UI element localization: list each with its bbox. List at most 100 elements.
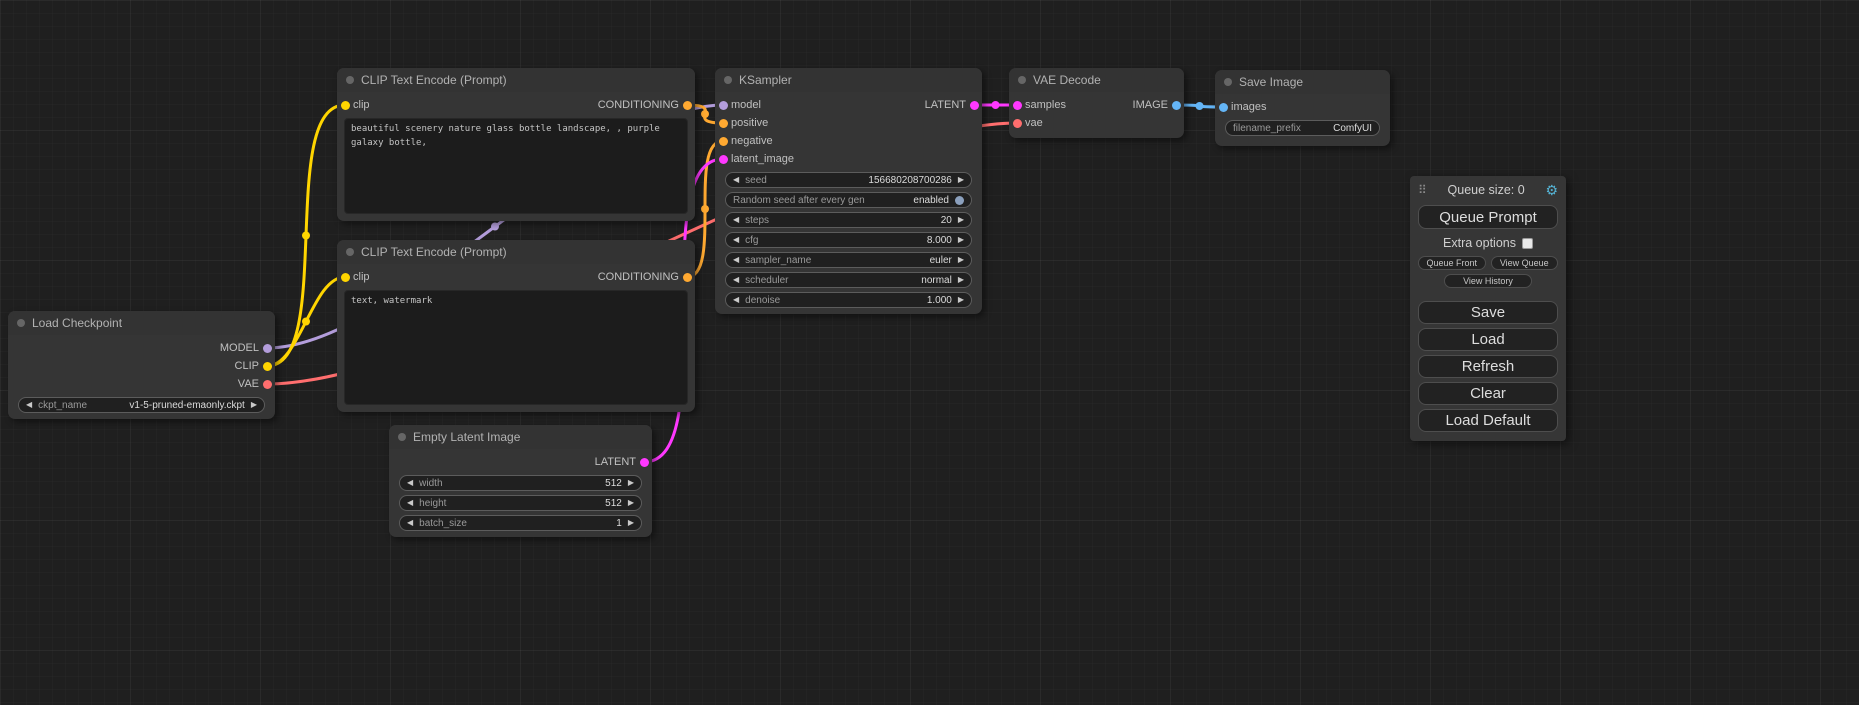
widget-value: 20 — [941, 215, 952, 226]
clear-button[interactable]: Clear — [1418, 382, 1558, 405]
widget-random-seed-toggle[interactable]: Random seed after every gen enabled — [725, 192, 972, 208]
widget-cfg[interactable]: ◀ cfg 8.000 ▶ — [725, 232, 972, 248]
widget-width[interactable]: ◀ width 512 ▶ — [399, 475, 642, 491]
toggle-dot[interactable] — [955, 196, 964, 205]
load-default-button[interactable]: Load Default — [1418, 409, 1558, 432]
node-titlebar[interactable]: CLIP Text Encode (Prompt) — [337, 68, 695, 92]
widget-height[interactable]: ◀ height 512 ▶ — [399, 495, 642, 511]
node-titlebar[interactable]: CLIP Text Encode (Prompt) — [337, 240, 695, 264]
negative-prompt-textarea[interactable]: text, watermark — [344, 290, 688, 405]
node-empty-latent-image[interactable]: Empty Latent Image LATENT ◀ width 512 ▶ … — [389, 425, 652, 537]
port-samples-input[interactable] — [1013, 101, 1022, 110]
slot-row: VAE — [8, 375, 275, 393]
widget-filename-prefix[interactable]: filename_prefix ComfyUI — [1225, 120, 1380, 136]
decrement-arrow-icon[interactable]: ◀ — [26, 401, 32, 409]
queue-size-label: Queue size: 0 — [1427, 183, 1546, 197]
increment-arrow-icon[interactable]: ▶ — [628, 519, 634, 527]
port-images-input[interactable] — [1219, 103, 1228, 112]
increment-arrow-icon[interactable]: ▶ — [958, 236, 964, 244]
widget-denoise[interactable]: ◀ denoise 1.000 ▶ — [725, 292, 972, 308]
collapse-dot[interactable] — [17, 319, 25, 327]
output-label-conditioning: CONDITIONING — [598, 99, 679, 111]
refresh-button[interactable]: Refresh — [1418, 355, 1558, 378]
increment-arrow-icon[interactable]: ▶ — [251, 401, 257, 409]
increment-arrow-icon[interactable]: ▶ — [958, 296, 964, 304]
decrement-arrow-icon[interactable]: ◀ — [733, 256, 739, 264]
collapse-dot[interactable] — [724, 76, 732, 84]
decrement-arrow-icon[interactable]: ◀ — [407, 519, 413, 527]
graph-canvas[interactable]: { "colors": { "MODEL": "#B39DDB", "CLIP"… — [0, 0, 1859, 705]
node-titlebar[interactable]: Save Image — [1215, 70, 1390, 94]
decrement-arrow-icon[interactable]: ◀ — [407, 499, 413, 507]
widget-value: ComfyUI — [1333, 123, 1372, 134]
increment-arrow-icon[interactable]: ▶ — [628, 499, 634, 507]
settings-gear-icon[interactable]: ⚙ — [1545, 182, 1558, 199]
port-latent-image-input[interactable] — [719, 155, 728, 164]
view-history-button[interactable]: View History — [1444, 274, 1532, 288]
drag-handle-icon[interactable]: ⠿ — [1418, 183, 1427, 197]
collapse-dot[interactable] — [1224, 78, 1232, 86]
collapse-dot[interactable] — [346, 76, 354, 84]
widget-label: sampler_name — [745, 255, 811, 266]
port-model-input[interactable] — [719, 101, 728, 110]
positive-prompt-textarea[interactable]: beautiful scenery nature glass bottle la… — [344, 118, 688, 214]
decrement-arrow-icon[interactable]: ◀ — [733, 276, 739, 284]
port-clip-input[interactable] — [341, 273, 350, 282]
node-clip-text-encode-positive[interactable]: CLIP Text Encode (Prompt) clip CONDITION… — [337, 68, 695, 221]
widget-label: seed — [745, 175, 767, 186]
output-label-vae: VAE — [238, 378, 259, 390]
queue-front-button[interactable]: Queue Front — [1418, 256, 1486, 270]
port-negative-input[interactable] — [719, 137, 728, 146]
widget-value: 156680208700286 — [868, 175, 951, 186]
increment-arrow-icon[interactable]: ▶ — [958, 256, 964, 264]
node-ksampler[interactable]: KSampler model LATENT positive negative … — [715, 68, 982, 314]
slot-row: LATENT — [389, 453, 652, 471]
increment-arrow-icon[interactable]: ▶ — [958, 216, 964, 224]
increment-arrow-icon[interactable]: ▶ — [958, 176, 964, 184]
port-latent-output[interactable] — [970, 101, 979, 110]
node-vae-decode[interactable]: VAE Decode samples IMAGE vae — [1009, 68, 1184, 138]
wire-negative-cond-mid-dot — [701, 205, 709, 213]
widget-value: enabled — [913, 195, 949, 206]
decrement-arrow-icon[interactable]: ◀ — [407, 479, 413, 487]
widget-steps[interactable]: ◀ steps 20 ▶ — [725, 212, 972, 228]
extra-options-checkbox[interactable] — [1522, 238, 1533, 249]
widget-seed[interactable]: ◀ seed 156680208700286 ▶ — [725, 172, 972, 188]
widget-scheduler[interactable]: ◀ scheduler normal ▶ — [725, 272, 972, 288]
widget-batch-size[interactable]: ◀ batch_size 1 ▶ — [399, 515, 642, 531]
node-titlebar[interactable]: KSampler — [715, 68, 982, 92]
port-model-output[interactable] — [263, 344, 272, 353]
port-image-output[interactable] — [1172, 101, 1181, 110]
decrement-arrow-icon[interactable]: ◀ — [733, 296, 739, 304]
node-clip-text-encode-negative[interactable]: CLIP Text Encode (Prompt) clip CONDITION… — [337, 240, 695, 412]
port-conditioning-output[interactable] — [683, 273, 692, 282]
widget-ckpt-name[interactable]: ◀ ckpt_name v1-5-pruned-emaonly.ckpt ▶ — [18, 397, 265, 413]
queue-prompt-button[interactable]: Queue Prompt — [1418, 205, 1558, 229]
port-positive-input[interactable] — [719, 119, 728, 128]
port-vae-output[interactable] — [263, 380, 272, 389]
port-vae-input[interactable] — [1013, 119, 1022, 128]
view-queue-button[interactable]: View Queue — [1491, 256, 1559, 270]
node-titlebar[interactable]: Load Checkpoint — [8, 311, 275, 335]
port-conditioning-output[interactable] — [683, 101, 692, 110]
decrement-arrow-icon[interactable]: ◀ — [733, 236, 739, 244]
port-clip-output[interactable] — [263, 362, 272, 371]
decrement-arrow-icon[interactable]: ◀ — [733, 216, 739, 224]
collapse-dot[interactable] — [346, 248, 354, 256]
node-load-checkpoint[interactable]: Load Checkpoint MODEL CLIP VAE ◀ ckpt_na… — [8, 311, 275, 419]
slot-row: positive — [715, 114, 982, 132]
increment-arrow-icon[interactable]: ▶ — [628, 479, 634, 487]
widget-sampler-name[interactable]: ◀ sampler_name euler ▶ — [725, 252, 972, 268]
increment-arrow-icon[interactable]: ▶ — [958, 276, 964, 284]
save-button[interactable]: Save — [1418, 301, 1558, 324]
node-titlebar[interactable]: VAE Decode — [1009, 68, 1184, 92]
collapse-dot[interactable] — [398, 433, 406, 441]
node-titlebar[interactable]: Empty Latent Image — [389, 425, 652, 449]
collapse-dot[interactable] — [1018, 76, 1026, 84]
node-save-image[interactable]: Save Image images filename_prefix ComfyU… — [1215, 70, 1390, 146]
load-button[interactable]: Load — [1418, 328, 1558, 351]
decrement-arrow-icon[interactable]: ◀ — [733, 176, 739, 184]
output-label-latent: LATENT — [925, 99, 966, 111]
port-latent-output[interactable] — [640, 458, 649, 467]
port-clip-input[interactable] — [341, 101, 350, 110]
